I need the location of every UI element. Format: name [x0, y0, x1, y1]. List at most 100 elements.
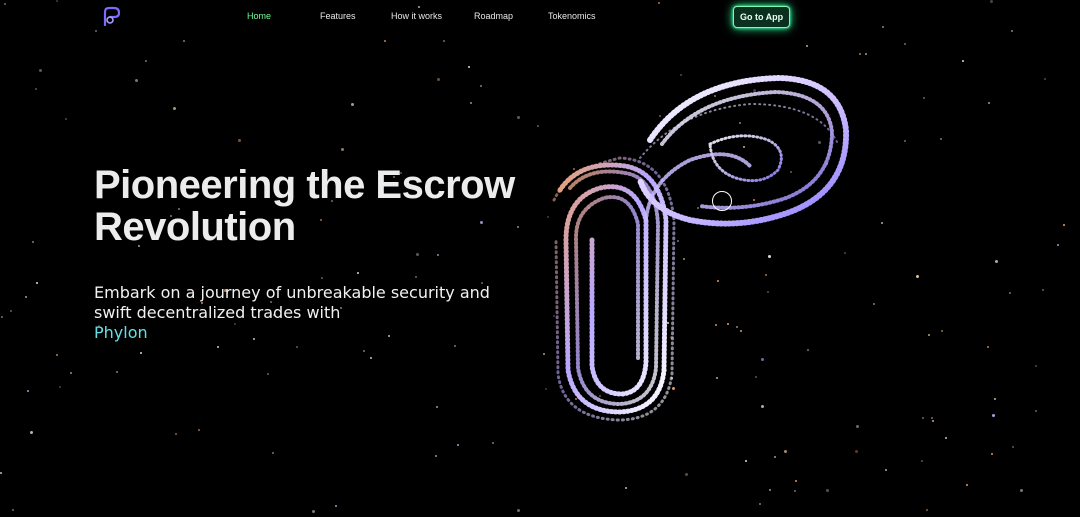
star-dot — [436, 406, 438, 408]
nav-link-features[interactable]: Features — [320, 11, 356, 21]
star-dot — [140, 352, 142, 354]
particle-loop-lower — [552, 156, 676, 422]
star-dot — [39, 69, 42, 72]
star-dot — [175, 433, 177, 435]
star-dot — [27, 390, 29, 392]
star-dot — [795, 480, 797, 482]
star-dot — [928, 334, 930, 336]
nav-link-how-it-works[interactable]: How it works — [391, 11, 442, 21]
top-navbar: Home Features How it works Roadmap Token… — [0, 0, 1080, 36]
star-dot — [995, 260, 998, 263]
star-dot — [238, 139, 241, 142]
star-dot — [56, 354, 58, 356]
star-dot — [774, 456, 776, 458]
star-dot — [312, 510, 315, 513]
star-dot — [987, 346, 989, 348]
star-dot — [1063, 224, 1065, 226]
star-dot — [881, 222, 883, 224]
star-dot — [941, 330, 943, 332]
star-dot — [865, 53, 867, 55]
hero-subtitle-line-2: swift decentralized trades with Phylon — [94, 303, 534, 343]
star-dot — [904, 43, 906, 45]
star-dot — [885, 469, 887, 471]
star-dot — [1035, 410, 1037, 412]
star-dot — [341, 148, 344, 151]
star-dot — [988, 102, 990, 104]
phylon-logo-icon[interactable] — [101, 5, 123, 27]
star-dot — [685, 473, 688, 476]
star-dot — [70, 372, 72, 374]
cursor-ring-icon — [712, 191, 732, 211]
star-dot — [517, 509, 520, 512]
star-dot — [904, 140, 906, 142]
star-dot — [1009, 292, 1011, 294]
star-dot — [966, 484, 968, 486]
star-dot — [30, 431, 33, 434]
star-dot — [826, 489, 829, 492]
nav-link-tokenomics[interactable]: Tokenomics — [548, 11, 596, 21]
hero-title-line-2: Revolution — [94, 205, 296, 249]
star-dot — [116, 371, 118, 373]
hero-subtitle-text: swift decentralized trades with — [94, 303, 341, 322]
star-dot — [173, 107, 176, 110]
star-dot — [135, 79, 138, 82]
star-dot — [517, 116, 520, 119]
particle-infinity-logo — [552, 74, 850, 422]
star-dot — [873, 303, 875, 305]
star-dot — [992, 414, 995, 417]
star-dot — [198, 429, 200, 431]
star-dot — [363, 350, 365, 352]
star-dot — [335, 505, 337, 507]
star-dot — [806, 45, 808, 47]
star-dot — [932, 420, 934, 422]
star-dot — [454, 345, 456, 347]
hero-title: Pioneering the Escrow Revolution — [94, 164, 515, 248]
star-dot — [468, 66, 470, 68]
brand-name: Phylon — [94, 323, 148, 342]
star-dot — [59, 386, 61, 388]
star-dot — [65, 118, 67, 120]
star-dot — [183, 40, 185, 42]
star-dot — [437, 254, 439, 256]
star-dot — [962, 60, 964, 62]
star-dot — [1012, 446, 1014, 448]
star-dot — [759, 503, 761, 505]
star-dot — [321, 277, 323, 279]
star-dot — [32, 241, 34, 243]
star-dot — [1, 316, 3, 318]
star-dot — [1044, 78, 1046, 80]
star-dot — [940, 138, 942, 140]
star-dot — [437, 78, 440, 81]
star-dot — [537, 125, 539, 127]
star-dot — [926, 509, 928, 511]
star-dot — [272, 452, 274, 454]
star-dot — [25, 296, 27, 298]
star-dot — [470, 102, 472, 104]
star-dot — [769, 489, 771, 491]
star-dot — [994, 398, 996, 400]
star-dot — [416, 253, 419, 256]
star-dot — [357, 272, 359, 274]
star-dot — [457, 444, 459, 446]
star-dot — [922, 417, 924, 419]
hero-subtitle: Embark on a journey of unbreakable secur… — [94, 283, 534, 343]
star-dot — [145, 60, 147, 62]
star-dot — [35, 88, 37, 90]
star-dot — [921, 460, 923, 462]
nav-link-roadmap[interactable]: Roadmap — [474, 11, 513, 21]
star-dot — [267, 373, 269, 375]
go-to-app-button[interactable]: Go to App — [733, 6, 791, 28]
star-dot — [384, 40, 386, 42]
star-dot — [794, 490, 796, 492]
star-dot — [859, 53, 861, 55]
star-dot — [1057, 244, 1059, 246]
nav-link-home[interactable]: Home — [247, 11, 271, 21]
star-dot — [370, 357, 372, 359]
star-dot — [931, 417, 933, 419]
star-dot — [945, 437, 947, 439]
star-dot — [351, 103, 354, 106]
star-dot — [517, 226, 519, 228]
star-dot — [0, 472, 2, 474]
star-dot — [1020, 489, 1023, 492]
star-dot — [415, 276, 417, 278]
